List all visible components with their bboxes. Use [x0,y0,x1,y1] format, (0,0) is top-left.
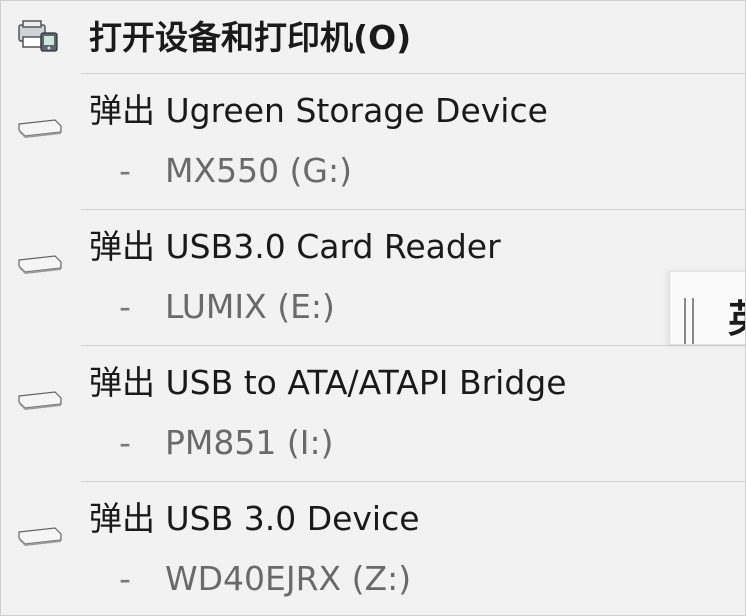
menu-item-eject-ugreen[interactable]: 弹出 Ugreen Storage Device [1,74,745,138]
eject-label: 弹出 Ugreen Storage Device [89,91,548,130]
volume-row: - MX550 (G:) [1,136,745,208]
volume-name: MX550 (G:) [165,151,352,190]
context-menu: 打开设备和打印机(O) 弹出 Ugreen Storage Device - MX… [0,0,746,616]
grip-bar [684,298,686,344]
dash: - [119,423,131,462]
menu-item-open-devices-printers[interactable]: 打开设备和打印机(O) [1,1,745,73]
dash: - [119,151,131,190]
menu-item-eject-card-reader[interactable]: 弹出 USB3.0 Card Reader [1,210,745,274]
volume-row: - LUMIX (E:) [1,272,745,344]
eject-label: 弹出 USB3.0 Card Reader [89,227,501,266]
volume-name: PM851 (I:) [165,423,334,462]
menu-item-eject-ata-bridge[interactable]: 弹出 USB to ATA/ATAPI Bridge [1,346,745,410]
volume-label: - PM851 (I:) [119,426,333,459]
volume-label: - WD40EJRX (Z:) [119,562,411,595]
volume-name: LUMIX (E:) [165,287,335,326]
volume-row: - PM851 (I:) [1,408,745,480]
input-method-char: 英 [728,300,745,338]
volume-label: - LUMIX (E:) [119,290,335,323]
volume-name: WD40EJRX (Z:) [165,559,412,598]
devices-printers-icon [18,20,58,52]
menu-item-eject-usb3-device[interactable]: 弹出 USB 3.0 Device [1,482,745,546]
volume-row: - WD40EJRX (Z:) [1,544,745,615]
eject-label: 弹出 USB 3.0 Device [89,499,420,538]
grip-bar [692,298,694,344]
dash: - [119,287,131,326]
open-devices-printers-label: 打开设备和打印机(O) [89,18,412,57]
eject-label: 弹出 USB to ATA/ATAPI Bridge [89,363,567,402]
volume-label: - MX550 (G:) [119,154,352,187]
input-method-indicator[interactable]: 英 [669,271,745,345]
dash: - [119,559,131,598]
